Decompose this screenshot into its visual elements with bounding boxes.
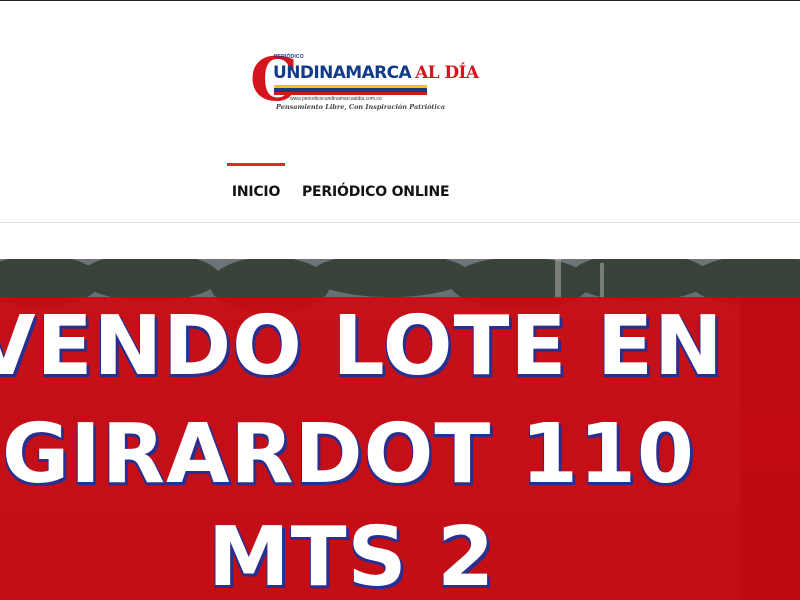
hero-banner[interactable]: VENDO LOTE EN GIRARDOT 110 MTS 2: [0, 259, 800, 600]
logo-slogan: Pensamiento Libre, Con Inspiración Patri…: [276, 103, 446, 111]
logo-small-word: PERIÓDICO: [274, 54, 304, 60]
nav-item-periodico-online[interactable]: PERIÓDICO ONLINE: [302, 161, 450, 221]
site-header: C PERIÓDICO UNDINAMARCA AL DÍA www.period…: [0, 1, 800, 223]
logo-stripe-red: [274, 92, 427, 95]
nav-active-indicator: [227, 163, 285, 166]
logo-name-main: UNDINAMARCA: [273, 63, 412, 83]
hero-headline-line: GIRARDOT 110: [2, 407, 695, 502]
hero-headline-line: MTS 2: [208, 510, 496, 600]
logo-name-accent: AL DÍA: [415, 63, 479, 83]
nav-item-label: PERIÓDICO ONLINE: [302, 184, 450, 200]
logo-url: www.periodicocundinamarcaaldia.com.co: [290, 96, 382, 102]
nav-item-label: INICIO: [231, 184, 281, 200]
site-logo[interactable]: C PERIÓDICO UNDINAMARCA AL DÍA www.period…: [250, 45, 479, 119]
nav-item-inicio[interactable]: INICIO: [227, 161, 285, 221]
hero-headline-line: VENDO LOTE EN: [0, 299, 724, 394]
logo-stripes: [274, 85, 427, 95]
logo-name: UNDINAMARCA AL DÍA: [273, 63, 479, 83]
main-nav: INICIO PERIÓDICO ONLINE: [0, 161, 800, 221]
page: C PERIÓDICO UNDINAMARCA AL DÍA www.period…: [0, 0, 800, 600]
